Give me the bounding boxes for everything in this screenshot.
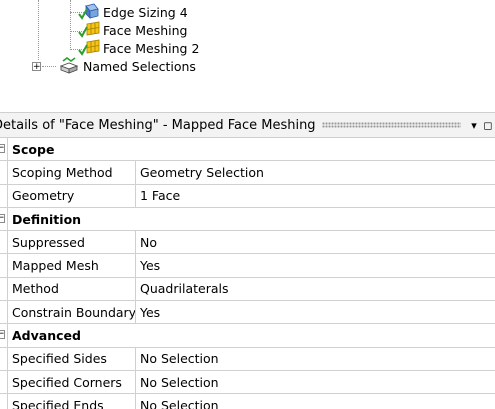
property-value[interactable]: Geometry Selection <box>136 161 495 183</box>
tree-item-label: Face Meshing <box>103 22 188 38</box>
mechanical-window: Edge Sizing 4 Face Meshing Face Meshing … <box>0 0 495 409</box>
property-value[interactable]: Yes <box>136 301 495 323</box>
property-name: Specified Ends <box>8 394 136 409</box>
property-name: Suppressed <box>8 231 136 254</box>
grip-handle[interactable] <box>321 122 461 128</box>
property-row[interactable]: Specified Ends No Selection <box>0 394 495 409</box>
group-header-definition[interactable]: − Definition <box>0 207 495 232</box>
property-value[interactable]: No Selection <box>136 348 495 370</box>
property-value[interactable]: Yes <box>136 254 495 276</box>
face-meshing-icon <box>78 39 100 57</box>
tree-item-label: Named Selections <box>83 58 196 74</box>
dropdown-arrow-icon[interactable]: ▾ <box>467 118 481 132</box>
tree-item-edge-sizing-4[interactable]: Edge Sizing 4 <box>78 3 188 21</box>
property-row[interactable]: Suppressed No <box>0 231 495 255</box>
group-label: Scope <box>12 141 55 157</box>
property-row[interactable]: Specified Corners No Selection <box>0 370 495 395</box>
tree-item-named-selections[interactable]: Named Selections <box>58 57 196 75</box>
property-row[interactable]: Specified Sides No Selection <box>0 347 495 371</box>
collapse-toggle[interactable]: − <box>0 213 5 223</box>
group-header-scope[interactable]: − Scope <box>0 138 495 162</box>
tree-item-label: Edge Sizing 4 <box>103 4 188 20</box>
details-panel-titlebar: Details of "Face Meshing" - Mapped Face … <box>0 112 495 138</box>
property-value[interactable]: No Selection <box>136 371 495 393</box>
face-meshing-icon <box>78 21 100 39</box>
property-name: Constrain Boundary <box>8 301 136 324</box>
property-name: Scoping Method <box>8 161 136 184</box>
property-value[interactable]: No Selection <box>136 394 495 409</box>
property-value[interactable]: Quadrilaterals <box>136 278 495 300</box>
collapse-toggle[interactable]: − <box>0 330 5 340</box>
tree-item-face-meshing-2[interactable]: Face Meshing 2 <box>78 39 199 57</box>
collapse-toggle[interactable]: − <box>0 144 5 153</box>
outline-tree: Edge Sizing 4 Face Meshing Face Meshing … <box>0 0 495 92</box>
tree-item-label: Face Meshing 2 <box>103 40 200 56</box>
details-grid: − Scope Scoping Method Geometry Selectio… <box>0 138 495 409</box>
property-row[interactable]: Geometry 1 Face <box>0 184 495 208</box>
property-value[interactable]: 1 Face <box>136 185 495 207</box>
property-name: Method <box>8 277 136 301</box>
group-label: Advanced <box>12 328 81 344</box>
property-name: Geometry <box>8 184 136 207</box>
group-header-advanced[interactable]: − Advanced <box>0 324 495 348</box>
property-row[interactable]: Scoping Method Geometry Selection <box>0 161 495 185</box>
property-row[interactable]: Constrain Boundary Yes <box>0 301 495 325</box>
group-label: Definition <box>12 211 82 227</box>
edge-sizing-icon <box>78 3 100 21</box>
named-selections-icon <box>58 57 80 75</box>
details-panel-title: Details of "Face Meshing" - Mapped Face … <box>0 117 316 133</box>
property-name: Specified Corners <box>8 370 136 394</box>
property-row[interactable]: Method Quadrilaterals <box>0 277 495 302</box>
property-value[interactable]: No <box>136 231 495 253</box>
tree-item-face-meshing[interactable]: Face Meshing <box>78 21 187 39</box>
expand-toggle[interactable]: + <box>32 62 41 72</box>
property-row[interactable]: Mapped Mesh Yes <box>0 254 495 278</box>
property-name: Specified Sides <box>8 347 136 370</box>
property-name: Mapped Mesh <box>8 254 136 277</box>
restore-icon[interactable]: ◻ <box>481 118 495 132</box>
